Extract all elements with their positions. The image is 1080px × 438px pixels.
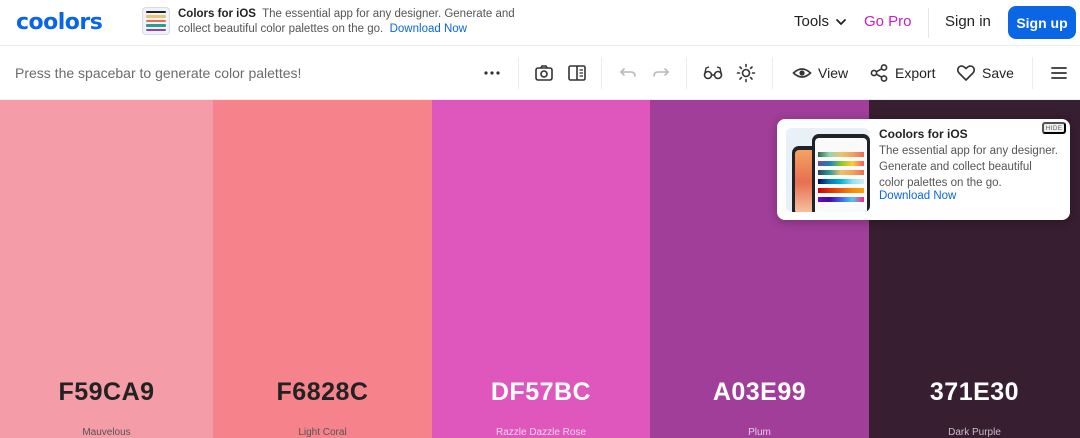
- export-label: Export: [895, 65, 936, 81]
- save-button[interactable]: Save: [956, 61, 1014, 85]
- promo-title: Colors for iOS: [178, 8, 256, 20]
- view-button[interactable]: View: [792, 61, 848, 85]
- promo-text: Colors for iOS The essential app for any…: [178, 7, 518, 37]
- color-hex-code[interactable]: 371E30: [869, 378, 1080, 407]
- ios-promo-banner[interactable]: Colors for iOS The essential app for any…: [142, 7, 518, 37]
- undo-icon[interactable]: [617, 62, 639, 84]
- toolbar-divider: [518, 57, 519, 89]
- sidebar-icon[interactable]: [566, 62, 588, 84]
- share-icon: [870, 64, 888, 82]
- popup-download-link[interactable]: Download Now: [879, 190, 956, 202]
- color-hex-code[interactable]: DF57BC: [432, 378, 650, 407]
- spacebar-hint: Press the spacebar to generate color pal…: [15, 65, 302, 81]
- sign-up-button[interactable]: Sign up: [1008, 6, 1076, 39]
- export-button[interactable]: Export: [869, 61, 935, 85]
- save-label: Save: [982, 65, 1014, 81]
- hide-popup-button[interactable]: HIDE: [1042, 122, 1066, 134]
- toolbar-divider: [772, 57, 773, 89]
- menu-icon[interactable]: [1048, 62, 1070, 84]
- heart-icon: [956, 65, 976, 81]
- color-hex-code[interactable]: F6828C: [213, 378, 432, 407]
- ios-app-thumbnail-icon: [142, 7, 170, 35]
- color-name: Mauvelous: [82, 427, 131, 438]
- color-name: Dark Purple: [948, 427, 1001, 438]
- redo-icon[interactable]: [650, 62, 672, 84]
- view-label: View: [818, 65, 849, 81]
- popup-description: The essential app for any designer. Gene…: [879, 145, 1059, 189]
- toolbar-divider: [1032, 57, 1033, 89]
- nav-divider: [928, 8, 929, 38]
- promo-download-link[interactable]: Download Now: [390, 23, 467, 35]
- popup-title: Coolors for iOS: [879, 127, 968, 141]
- more-icon[interactable]: [481, 62, 503, 84]
- color-hex-code[interactable]: A03E99: [650, 378, 869, 407]
- sun-icon[interactable]: [735, 62, 757, 84]
- go-pro-link[interactable]: Go Pro: [864, 13, 912, 30]
- sign-in-link[interactable]: Sign in: [945, 13, 991, 30]
- coolors-logo[interactable]: coolors: [16, 10, 103, 35]
- eye-icon: [792, 68, 812, 78]
- generator-toolbar: Press the spacebar to generate color pal…: [0, 47, 1080, 100]
- color-hex-code[interactable]: F59CA9: [0, 378, 213, 407]
- chevron-down-icon: [836, 18, 846, 25]
- tools-label: Tools: [794, 13, 830, 30]
- glasses-icon[interactable]: [702, 62, 724, 84]
- color-swatch[interactable]: F6828C Light Coral: [213, 100, 432, 438]
- tools-menu[interactable]: Tools: [794, 13, 847, 30]
- color-swatch[interactable]: F59CA9 Mauvelous: [0, 100, 213, 438]
- ios-app-popup: Coolors for iOS The essential app for an…: [777, 119, 1070, 220]
- color-name: Light Coral: [298, 427, 347, 438]
- toolbar-divider: [686, 57, 687, 89]
- color-name: Razzle Dazzle Rose: [495, 427, 587, 438]
- color-swatch[interactable]: DF57BC Razzle Dazzle Rose: [432, 100, 650, 438]
- toolbar-divider: [601, 57, 602, 89]
- top-navigation: coolors Colors for iOS The essential app…: [0, 0, 1080, 46]
- color-name: Plum: [748, 427, 771, 438]
- ios-app-preview-icon: [786, 128, 870, 212]
- camera-icon[interactable]: [533, 62, 555, 84]
